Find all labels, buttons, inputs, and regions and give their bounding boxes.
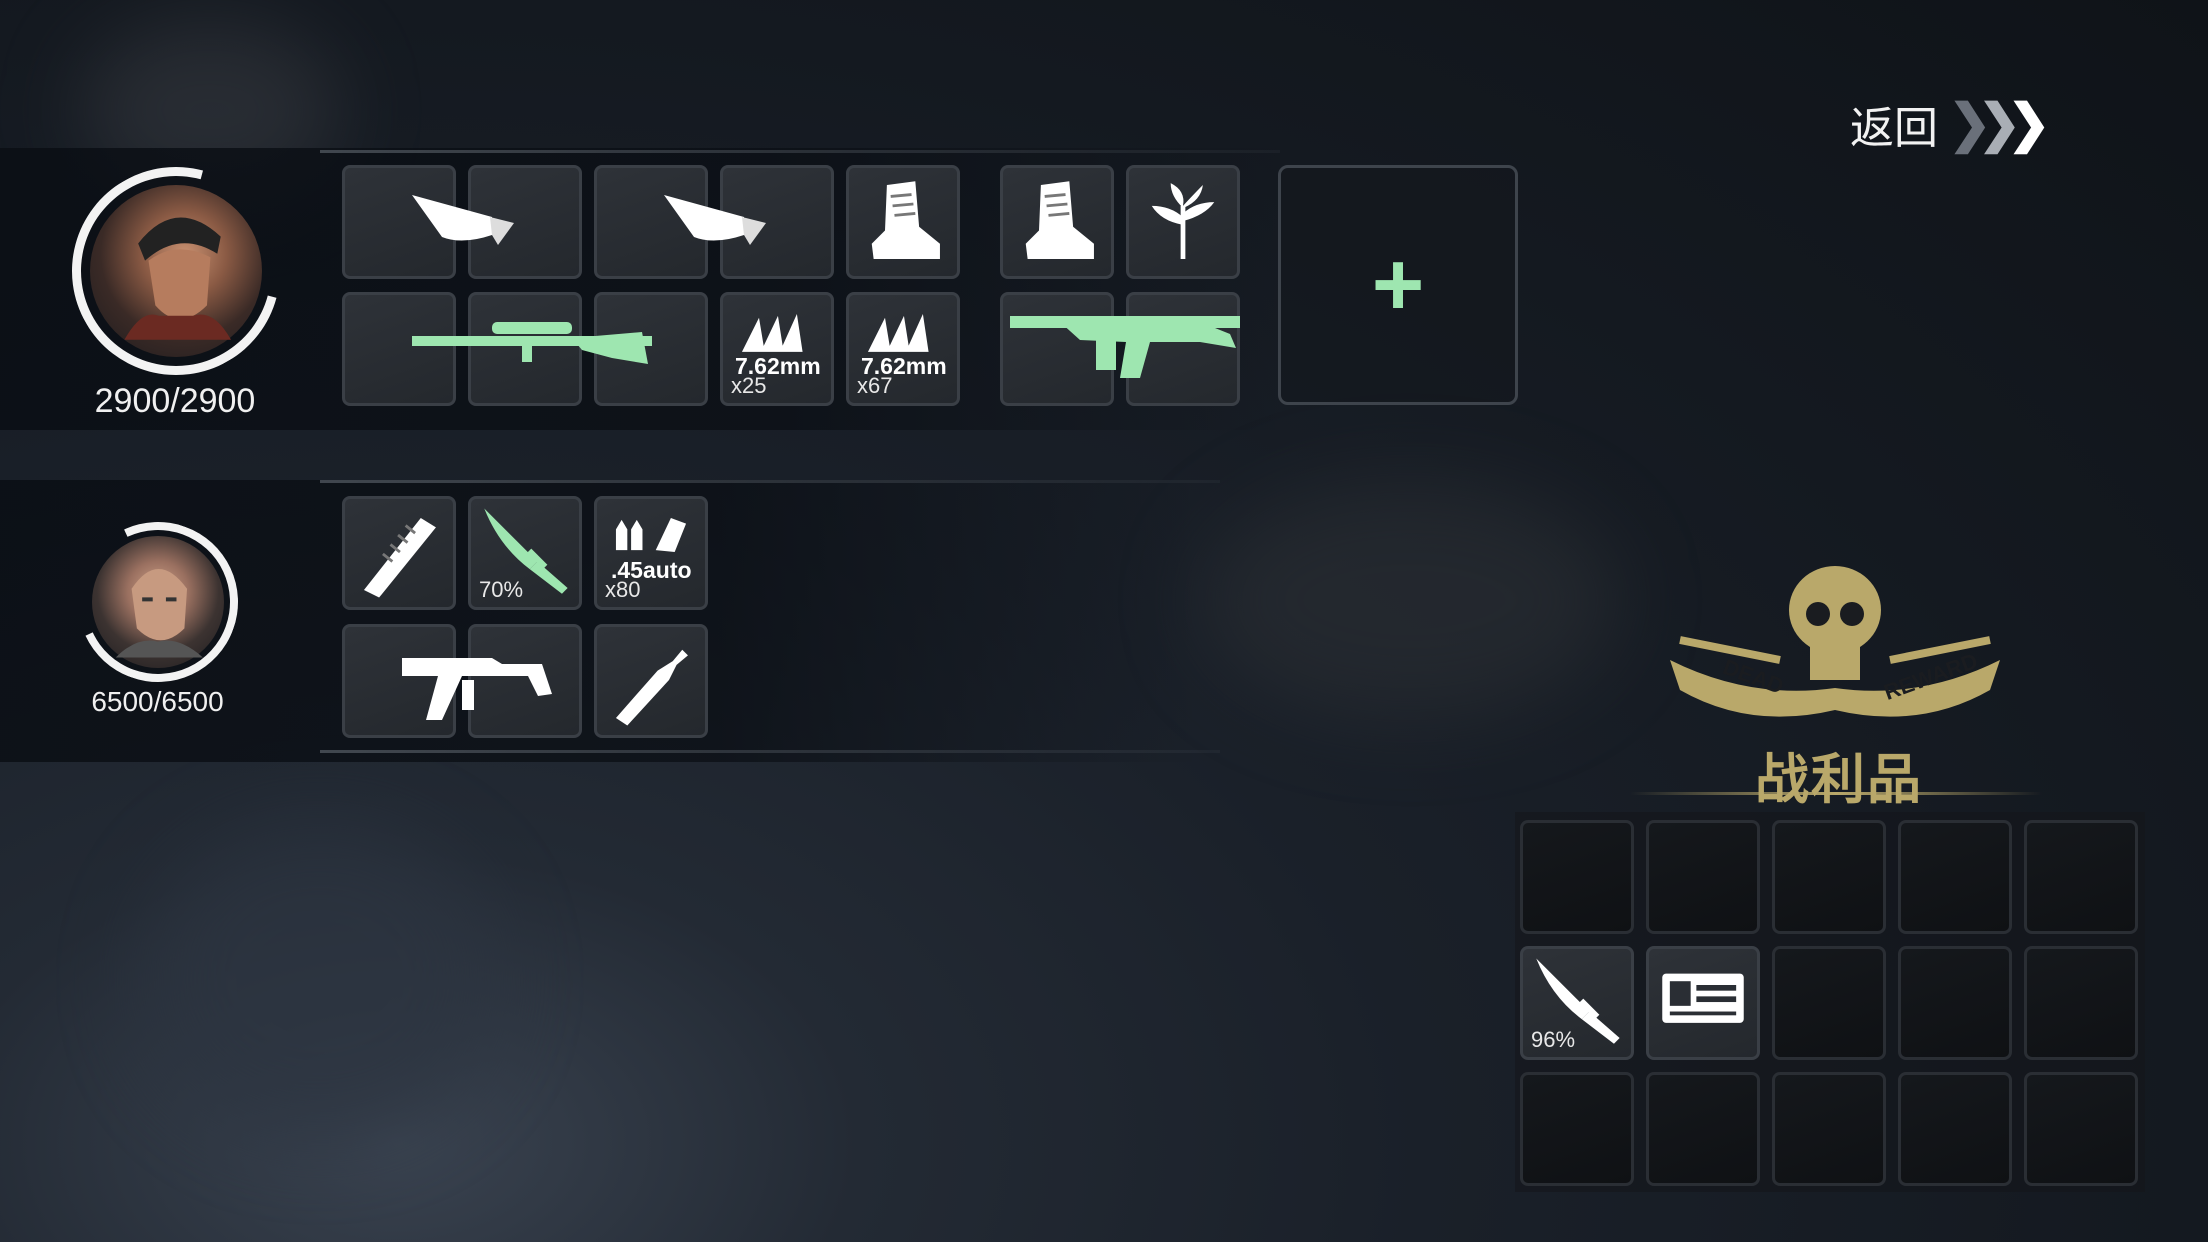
divider <box>320 150 1280 153</box>
ammo-quantity: x80 <box>605 577 641 602</box>
brush-item[interactable] <box>342 496 456 610</box>
herb-icon <box>1151 183 1215 259</box>
loot-slot[interactable] <box>1898 820 2012 934</box>
durability-text: 96% <box>1531 1027 1576 1052</box>
chevron-right-icon: ❯❯❯ <box>1948 95 2051 153</box>
torso-armor-icon <box>412 195 514 245</box>
loot-slot[interactable] <box>1898 1072 2012 1186</box>
hp-text: 2900/2900 <box>94 382 256 420</box>
bottle-icon <box>615 649 688 726</box>
loot-slot[interactable] <box>2024 1072 2138 1186</box>
divider <box>1630 792 2042 795</box>
boot-item[interactable] <box>1000 165 1114 279</box>
loot-slot[interactable] <box>1646 946 1760 1060</box>
loot-title: 战利品 <box>1755 750 1923 810</box>
loot-slot[interactable] <box>2024 820 2138 934</box>
skull-emblem-icon <box>1670 566 2000 717</box>
knife-item[interactable]: 70% <box>468 496 582 610</box>
assault-rifle-item[interactable] <box>1000 292 1240 406</box>
ammo-item[interactable]: .45auto x80 <box>594 496 708 610</box>
leg-armor-icon <box>664 195 766 245</box>
loot-slot[interactable] <box>1520 820 1634 934</box>
leg-armor-item[interactable] <box>594 165 834 279</box>
smg-item[interactable] <box>342 624 582 738</box>
loot-slot[interactable] <box>1646 820 1760 934</box>
background-blur <box>140 820 500 1140</box>
loot-slot[interactable] <box>1772 1072 1886 1186</box>
herb-item[interactable] <box>1126 165 1240 279</box>
bottle-item[interactable] <box>594 624 708 738</box>
add-slot-button[interactable]: + <box>1278 165 1518 405</box>
ammo-quantity: x25 <box>731 373 767 398</box>
id-card-icon <box>1662 973 1744 1023</box>
loot-slot[interactable] <box>1646 1072 1760 1186</box>
hp-text: 6500/6500 <box>91 686 224 717</box>
plus-icon: + <box>1371 234 1425 335</box>
loot-slot[interactable] <box>2024 946 2138 1060</box>
ammo-item[interactable]: 7.62mm x67 <box>846 292 960 406</box>
old-man-portrait <box>92 536 224 668</box>
male-survivor-portrait <box>90 185 262 357</box>
assault-rifle-icon <box>1010 316 1240 378</box>
divider <box>320 750 1220 753</box>
smg-icon <box>402 658 552 720</box>
portrait-face-icon <box>115 569 203 658</box>
dead-reward-skull-emblem: DEAD REWARD <box>1660 560 2010 730</box>
sniper-rifle-icon <box>412 322 652 364</box>
divider <box>320 480 1220 483</box>
back-label: 返回 <box>1850 104 1938 153</box>
loot-slot[interactable] <box>1772 946 1886 1060</box>
brush-icon <box>363 517 436 598</box>
torso-armor-item[interactable] <box>342 165 582 279</box>
ammo-item[interactable]: 7.62mm x25 <box>720 292 834 406</box>
loot-slot[interactable] <box>1520 1072 1634 1186</box>
boot-item[interactable] <box>846 165 960 279</box>
loot-slot[interactable] <box>1772 820 1886 934</box>
sniper-rifle-item[interactable] <box>342 292 708 406</box>
boot-icon <box>871 181 940 259</box>
portrait-face-icon <box>124 217 232 340</box>
boot-icon <box>1025 181 1094 259</box>
loot-slot[interactable] <box>1898 946 2012 1060</box>
background-blur <box>1200 480 1620 720</box>
ammo-quantity: x67 <box>857 373 893 398</box>
loot-slot[interactable]: 96% <box>1520 946 1634 1060</box>
durability-text: 70% <box>479 577 524 602</box>
back-button[interactable]: 返回 ❯❯❯ <box>1850 92 2051 156</box>
